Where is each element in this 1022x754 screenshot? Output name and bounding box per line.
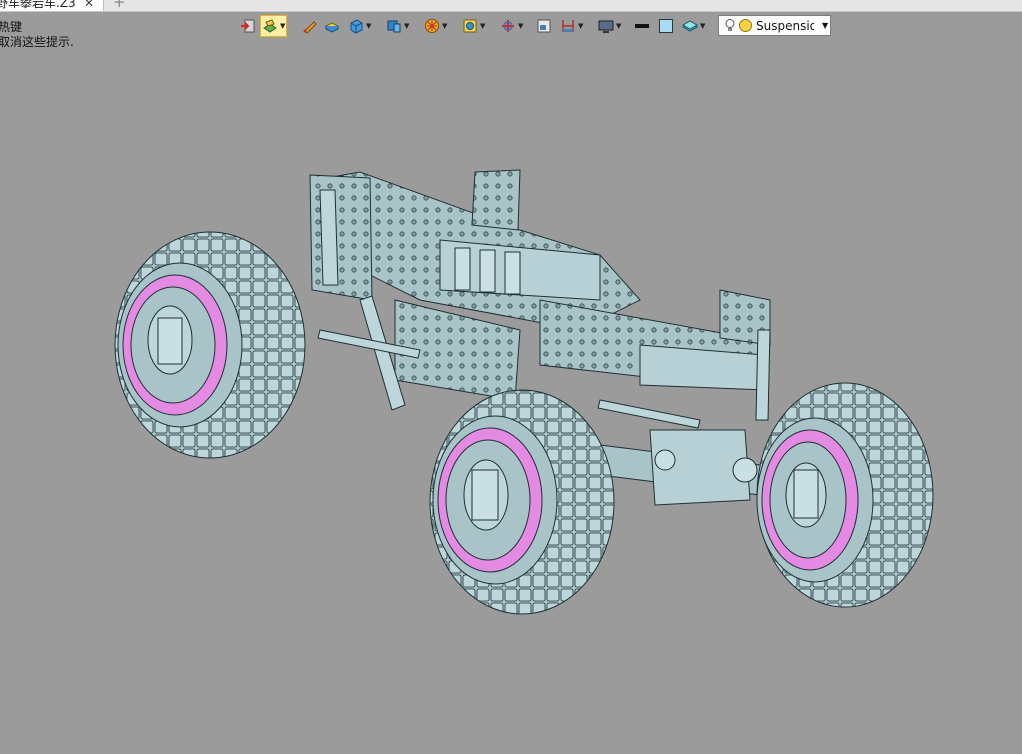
face-color-button[interactable] (658, 16, 674, 36)
document-tab-strip: 野车攀岩车.Z3 ✕ + (0, 0, 1022, 12)
light-blue-square-icon (659, 19, 673, 33)
chevron-down-icon: ▼ (616, 22, 622, 30)
close-tab-icon[interactable]: ✕ (84, 0, 94, 11)
sketch-tool-button[interactable] (302, 16, 318, 36)
document-tab-title: 野车攀岩车.Z3 (0, 0, 76, 10)
configuration-dropdown[interactable]: Suspension ▼ (718, 15, 831, 36)
pick-filter-icon (502, 20, 514, 32)
shock-front (755, 329, 771, 421)
black-line-icon (635, 24, 649, 28)
exit-icon (241, 19, 255, 33)
assembly-tool-button[interactable]: ▼ (386, 16, 409, 36)
dimension-tool-button[interactable]: ▼ (560, 16, 583, 36)
shape-tool-button[interactable]: ▼ (348, 16, 371, 36)
monitor-icon (598, 20, 614, 33)
layers-icon (682, 20, 698, 32)
chevron-down-icon: ▼ (518, 22, 524, 30)
pick-filter-tool-button[interactable]: ▼ (500, 16, 523, 36)
chevron-down-icon: ▼ (700, 22, 706, 30)
window-icon (537, 19, 551, 33)
view-orient-tool-button[interactable]: ▼ (462, 16, 485, 36)
shaded-wireframe-icon (263, 19, 277, 33)
display-tool-button[interactable]: ▼ (598, 16, 621, 36)
dimension-icon (562, 20, 574, 32)
render-icon (425, 19, 439, 33)
render-tool-button[interactable]: ▼ (424, 16, 447, 36)
shaded-wireframe-button[interactable]: ▼ (260, 15, 288, 37)
line-color-button[interactable] (634, 16, 650, 36)
pencil-icon (303, 21, 317, 34)
wheel-front-left (429, 389, 615, 615)
lightbulb-icon (725, 19, 735, 31)
wheel-front-right (756, 382, 934, 608)
assembly-icon (387, 20, 401, 33)
window-tool-button[interactable] (536, 16, 552, 36)
model-viewport[interactable] (0, 40, 1022, 754)
exit-tool-button[interactable] (240, 16, 256, 36)
new-tab-icon[interactable]: + (113, 0, 126, 11)
cube-icon (350, 19, 363, 34)
chevron-down-icon: ▼ (366, 22, 372, 30)
extrude-icon (324, 22, 340, 33)
shock-rear (319, 189, 339, 286)
status-dot-icon (739, 19, 752, 32)
document-tab[interactable]: 野车攀岩车.Z3 ✕ (0, 0, 104, 11)
chevron-down-icon: ▼ (578, 22, 584, 30)
configuration-label: Suspension (756, 18, 814, 33)
extrude-tool-button[interactable] (324, 16, 340, 36)
chevron-down-icon: ▼ (480, 22, 486, 30)
chevron-down-icon: ▼ (280, 22, 286, 30)
view-orient-icon (463, 19, 477, 33)
chevron-down-icon: ▼ (404, 22, 410, 30)
chevron-down-icon: ▼ (822, 21, 829, 30)
wheel-rear-left (114, 231, 306, 459)
chevron-down-icon: ▼ (442, 22, 448, 30)
layer-tool-button[interactable]: ▼ (682, 16, 705, 36)
